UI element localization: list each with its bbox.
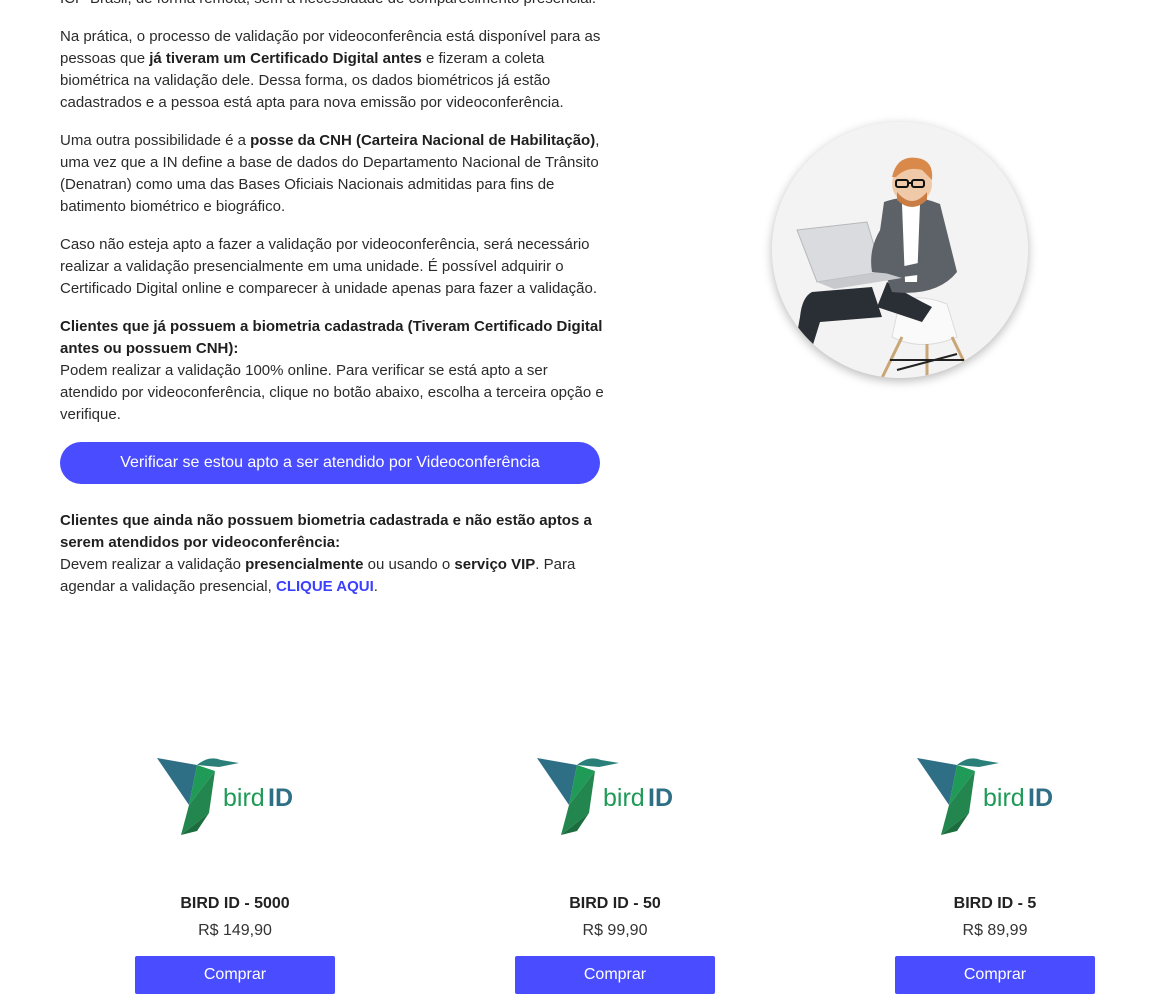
section-title: Clientes que ainda não possuem biometria… [60,512,592,551]
text: Podem realizar a validação 100% online. … [60,362,604,423]
product-name: BIRD ID - 5000 [180,895,290,912]
text: Uma outra possibilidade é a [60,132,251,149]
birdid-logo: bird ID [157,758,293,835]
product-name: BIRD ID - 50 [569,895,661,912]
birdid-logo: bird ID [917,758,1053,835]
logo-text-bird: bird [223,784,265,812]
verify-videoconference-button[interactable]: Verificar se estou apto a ser atendido p… [60,442,600,484]
biometric-clients-paragraph: Clientes que já possuem a biometria cada… [60,316,605,426]
text: ou usando o [363,556,455,573]
logo-text-bird: bird [603,784,645,812]
logo-text-id: ID [1028,784,1053,812]
buy-button[interactable]: Comprar [135,956,335,994]
product-price: R$ 99,90 [582,922,648,939]
emphasis: serviço VIP [454,556,536,573]
text: . [373,578,378,595]
product-card: bird ID BIRD ID - 50 R$ 99,90 Comprar [515,735,715,994]
buy-button[interactable]: Comprar [895,956,1095,994]
buy-button[interactable]: Comprar [515,956,715,994]
product-name: BIRD ID - 5 [953,895,1037,912]
schedule-link[interactable]: CLIQUE AQUI [276,578,374,595]
content-column: ICP-Brasil, de forma remota, sem a neces… [60,0,605,614]
logo-text-bird: bird [983,784,1025,812]
product-card: bird ID BIRD ID - 5000 R$ 149,90 Comprar [135,735,335,994]
man-with-laptop-image [772,122,1028,378]
logo-text-id: ID [648,784,673,812]
product-price: R$ 149,90 [198,922,272,939]
presencial-paragraph: Caso não esteja apto a fazer a validação… [60,236,597,297]
logo-text-id: ID [268,784,293,812]
product-card: bird ID BIRD ID - 5 R$ 89,99 Comprar [895,735,1095,994]
emphasis: posse da CNH (Carteira Nacional de Habil… [250,132,596,149]
product-price: R$ 89,99 [962,922,1028,939]
intro-paragraph: ICP-Brasil, de forma remota, sem a neces… [60,0,605,10]
videoconference-paragraph: Na prática, o processo de validação por … [60,26,605,114]
emphasis: já tiveram um Certificado Digital antes [149,50,422,67]
text: Devem realizar a validação [60,556,246,573]
section-title: Clientes que já possuem a biometria cada… [60,318,603,357]
non-biometric-clients-paragraph: Clientes que ainda não possuem biometria… [60,510,605,598]
emphasis: presencialmente [245,556,364,573]
cnh-paragraph: Uma outra possibilidade é a posse da CNH… [60,130,605,218]
birdid-logo: bird ID [537,758,673,835]
